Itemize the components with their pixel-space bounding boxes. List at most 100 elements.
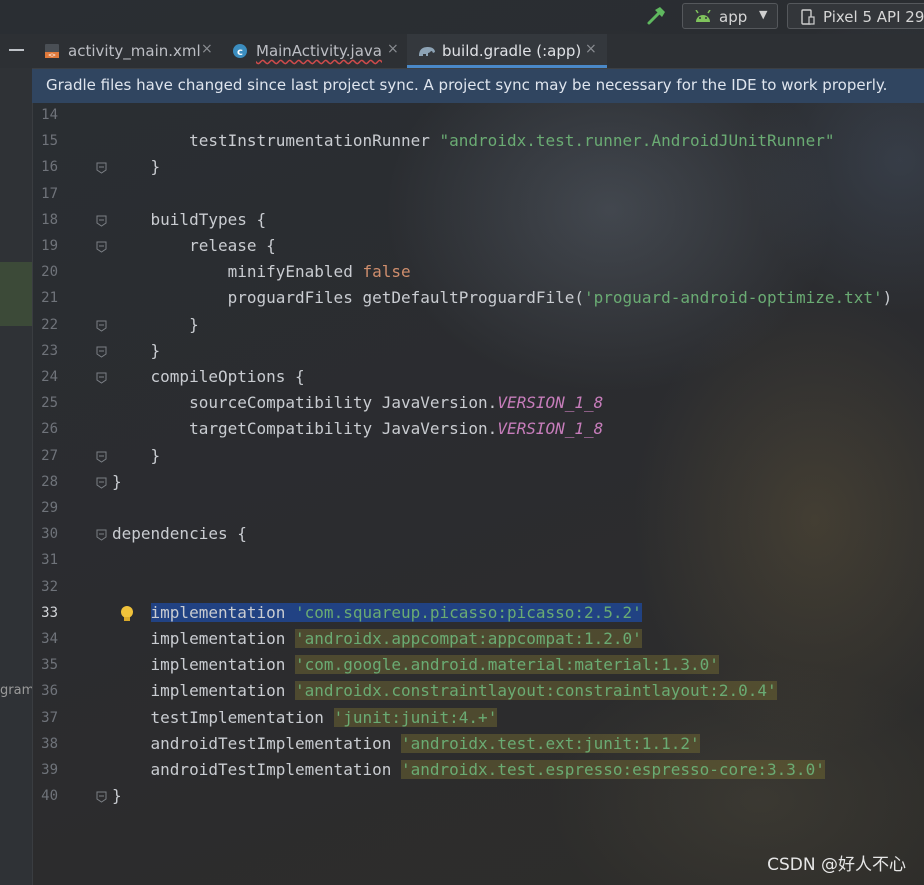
code-line[interactable]: 40} <box>0 784 924 810</box>
fold-marker-icon[interactable] <box>96 320 107 332</box>
code-text: implementation 'com.squareup.picasso:pic… <box>112 602 642 622</box>
code-text: androidTestImplementation 'androidx.test… <box>112 760 825 779</box>
code-text: targetCompatibility JavaVersion.VERSION_… <box>112 419 603 438</box>
code-line[interactable]: 29 <box>0 496 924 522</box>
line-number: 21 <box>41 290 58 307</box>
code-text: testInstrumentationRunner "androidx.test… <box>112 131 834 150</box>
fold-marker-icon[interactable] <box>96 791 107 803</box>
code-token: 'com.squareup.picasso:picasso:2.5.2' <box>295 602 642 622</box>
code-line[interactable]: 31 <box>0 548 924 574</box>
code-token: } <box>112 471 122 491</box>
code-token: testImplementation <box>112 707 334 727</box>
fold-marker-icon[interactable] <box>96 162 107 174</box>
code-text: implementation 'com.google.android.mater… <box>112 655 719 675</box>
code-token: VERSION_1_8 <box>497 419 604 439</box>
fold-marker-icon[interactable] <box>96 372 107 384</box>
code-line[interactable]: 26 targetCompatibility JavaVersion.VERSI… <box>0 417 924 443</box>
code-text: proguardFiles getDefaultProguardFile('pr… <box>112 288 893 308</box>
code-line[interactable]: 33 implementation 'com.squareup.picasso:… <box>0 601 924 627</box>
code-token: targetCompatibility JavaVersion. <box>112 419 498 439</box>
code-editor[interactable]: 14 15 testInstrumentationRunner "androidx… <box>0 0 924 885</box>
code-line[interactable]: 35 implementation 'com.google.android.ma… <box>0 653 924 679</box>
line-number: 15 <box>41 133 58 150</box>
fold-marker-icon[interactable] <box>96 477 107 489</box>
code-token: androidTestImplementation <box>112 733 401 753</box>
line-number: 22 <box>41 316 58 333</box>
code-line[interactable]: 15 testInstrumentationRunner "androidx.t… <box>0 129 924 155</box>
code-text: implementation 'androidx.appcompat:appco… <box>112 629 642 648</box>
code-token: implementation <box>112 629 296 648</box>
code-line[interactable]: 38 androidTestImplementation 'androidx.t… <box>0 732 924 758</box>
fold-marker-icon[interactable] <box>96 346 107 358</box>
line-number: 28 <box>41 473 58 490</box>
code-text: androidTestImplementation 'androidx.test… <box>112 733 700 753</box>
code-line[interactable]: 24 compileOptions { <box>0 365 924 391</box>
code-token: implementation <box>112 681 296 701</box>
code-line[interactable]: 16 } <box>0 155 924 181</box>
code-token: 'androidx.test.espresso:espresso-core:3.… <box>400 760 825 779</box>
code-token: 'androidx.appcompat:appcompat:1.2.0' <box>295 629 642 648</box>
code-line[interactable]: 28} <box>0 470 924 496</box>
code-token: } <box>112 314 199 334</box>
code-text: compileOptions { <box>112 367 305 386</box>
code-line[interactable]: 18 buildTypes { <box>0 208 924 234</box>
code-token: proguardFiles getDefaultProguardFile( <box>112 288 585 308</box>
code-token: } <box>112 340 161 360</box>
code-text: } <box>112 157 161 176</box>
fold-marker-icon[interactable] <box>96 451 107 463</box>
code-line[interactable]: 34 implementation 'androidx.appcompat:ap… <box>0 627 924 653</box>
fold-marker-icon[interactable] <box>96 241 107 253</box>
code-token: implementation <box>112 655 296 675</box>
line-number: 18 <box>41 211 58 228</box>
code-token: VERSION_1_8 <box>497 393 604 413</box>
code-line[interactable]: 14 <box>0 103 924 129</box>
code-text: } <box>112 340 161 360</box>
code-token: androidTestImplementation <box>112 760 401 779</box>
code-text: buildTypes { <box>112 209 267 229</box>
code-token: 'androidx.constraintlayout:constraintlay… <box>295 681 777 701</box>
code-line[interactable]: 25 sourceCompatibility JavaVersion.VERSI… <box>0 391 924 417</box>
line-number: 14 <box>41 107 58 123</box>
code-text: testImplementation 'junit:junit:4.+' <box>112 707 498 727</box>
fold-marker-icon[interactable] <box>96 215 107 227</box>
line-number: 37 <box>41 709 58 726</box>
code-token: ) <box>882 288 893 308</box>
code-line[interactable]: 36 implementation 'androidx.constraintla… <box>0 679 924 705</box>
code-token: false <box>362 262 411 282</box>
code-token: { <box>256 209 267 229</box>
watermark: CSDN @好人不心 <box>767 855 906 875</box>
code-line[interactable]: 22 } <box>0 313 924 339</box>
code-text: } <box>112 446 161 465</box>
code-token: compileOptions { <box>112 367 305 386</box>
code-text: minifyEnabled false <box>112 262 411 281</box>
line-number: 25 <box>41 395 58 412</box>
line-number: 38 <box>41 735 58 752</box>
code-line[interactable]: 20 minifyEnabled false <box>0 260 924 286</box>
code-text: release { <box>112 236 276 255</box>
code-line[interactable]: 27 } <box>0 444 924 470</box>
code-line[interactable]: 39 androidTestImplementation 'androidx.t… <box>0 758 924 784</box>
code-token: sourceCompatibility JavaVersion. <box>112 393 498 413</box>
line-number: 30 <box>41 526 58 543</box>
code-text: } <box>112 315 199 334</box>
code-token: testInstrumentationRunner <box>112 131 440 151</box>
code-line[interactable]: 21 proguardFiles getDefaultProguardFile(… <box>0 286 924 312</box>
line-number: 27 <box>41 447 58 464</box>
code-token: } <box>112 786 122 806</box>
code-line[interactable]: 30 dependencies { <box>0 522 924 548</box>
line-number: 23 <box>41 342 58 359</box>
line-number: 35 <box>41 657 58 674</box>
code-line[interactable]: 37 testImplementation 'junit:junit:4.+' <box>0 706 924 732</box>
line-number: 40 <box>41 788 58 805</box>
line-number: 26 <box>41 421 58 438</box>
code-line[interactable]: 23 } <box>0 339 924 365</box>
fold-marker-icon[interactable] <box>96 529 107 541</box>
line-number: 19 <box>41 238 58 254</box>
code-text: dependencies { <box>112 524 247 543</box>
code-token: 'com.google.android.material:material:1.… <box>295 655 719 675</box>
code-token: 'androidx.test.ext:junit:1.1.2' <box>400 733 700 753</box>
code-line[interactable]: 32 <box>0 575 924 601</box>
code-line[interactable]: 19 release { <box>0 234 924 260</box>
code-line[interactable]: 17 <box>0 182 924 208</box>
